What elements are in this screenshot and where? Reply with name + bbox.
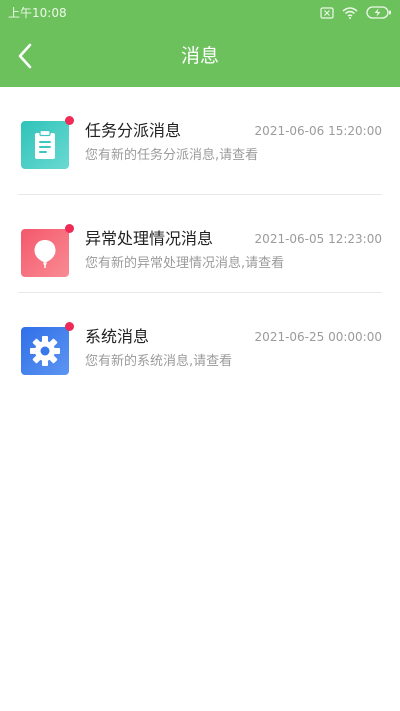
message-title: 系统消息 bbox=[85, 327, 150, 346]
message-title: 异常处理情况消息 bbox=[85, 229, 214, 248]
message-item-exception-handling[interactable]: 异常处理情况消息 2021-06-05 12:23:00 您有新的异常处理情况消… bbox=[0, 195, 400, 293]
message-time: 2021-06-25 00:00:00 bbox=[254, 330, 382, 344]
message-description: 您有新的异常处理情况消息,请查看 bbox=[85, 256, 285, 271]
back-button[interactable] bbox=[10, 41, 40, 71]
message-icon-box bbox=[21, 322, 74, 375]
clipboard-icon bbox=[35, 129, 55, 159]
message-description: 您有新的任务分派消息,请查看 bbox=[85, 148, 259, 163]
message-time: 2021-06-06 15:20:00 bbox=[254, 124, 382, 138]
status-icons bbox=[320, 4, 392, 23]
status-time: 上午10:08 bbox=[8, 6, 67, 20]
message-time: 2021-06-05 12:23:00 bbox=[254, 232, 382, 246]
app-header: 上午10:08 消息 bbox=[0, 0, 400, 87]
wifi-icon bbox=[342, 4, 358, 23]
status-bar: 上午10:08 bbox=[0, 0, 400, 27]
message-description: 您有新的系统消息,请查看 bbox=[85, 354, 233, 369]
message-item-system[interactable]: 系统消息 2021-06-25 00:00:00 您有新的系统消息,请查看 bbox=[0, 293, 400, 391]
unread-dot bbox=[65, 224, 74, 233]
message-icon-box bbox=[21, 224, 74, 277]
balloon-icon bbox=[34, 240, 56, 268]
message-list: 任务分派消息 2021-06-06 15:20:00 您有新的任务分派消息,请查… bbox=[0, 87, 400, 391]
message-item-task-assignment[interactable]: 任务分派消息 2021-06-06 15:20:00 您有新的任务分派消息,请查… bbox=[0, 87, 400, 195]
unread-dot bbox=[65, 116, 74, 125]
message-title: 任务分派消息 bbox=[85, 121, 182, 140]
battery-charging-icon bbox=[366, 4, 392, 23]
page-title: 消息 bbox=[180, 45, 219, 67]
sim-icon bbox=[320, 4, 334, 23]
nav-bar: 消息 bbox=[0, 27, 400, 87]
unread-dot bbox=[65, 322, 74, 331]
gear-icon bbox=[30, 336, 60, 366]
chevron-left-icon bbox=[18, 43, 32, 69]
message-icon-box bbox=[21, 116, 74, 169]
